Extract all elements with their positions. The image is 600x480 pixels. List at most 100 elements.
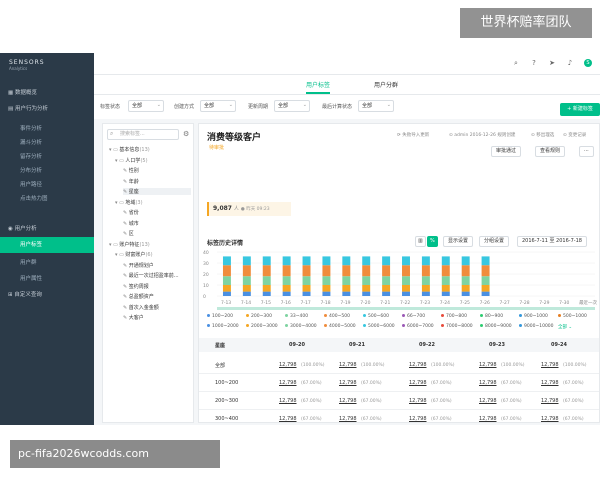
legend-item[interactable]: 500~600 — [363, 314, 389, 319]
tree-node[interactable]: ✎ 总盈额资产 — [123, 293, 191, 300]
help-icon[interactable]: ? — [530, 59, 538, 67]
sidebar-item-7[interactable]: 点击热力图 — [0, 191, 94, 207]
tree-node[interactable]: ✎ 首次入金金额 — [123, 304, 191, 311]
sidebar-item-10[interactable]: 用户群 — [0, 255, 94, 271]
tree-node[interactable]: ✎ 区 — [123, 230, 191, 237]
legend-item[interactable]: 5000~6000 — [363, 324, 395, 329]
table-cell-value[interactable]: 12,798 — [541, 362, 559, 368]
avatar[interactable]: S — [584, 59, 592, 67]
sidebar-item-9[interactable]: 用户标签 — [0, 237, 94, 253]
legend-item[interactable]: 200~300 — [246, 314, 272, 319]
table-cell-value[interactable]: 12,798 — [339, 362, 357, 368]
filter-create-select[interactable]: 全部 — [200, 100, 236, 112]
table-cell-value[interactable]: 12,798 — [339, 380, 357, 386]
table-cell-value[interactable]: 12,798 — [541, 398, 559, 404]
tree-node[interactable]: ✎ 省份 — [123, 209, 191, 216]
filter-calc-select[interactable]: 全部 — [358, 100, 394, 112]
more-button[interactable]: ··· — [579, 146, 594, 157]
table-cell-value[interactable]: 12,798 — [279, 362, 297, 368]
meta-refresh[interactable]: ⟳ 失败导入更新 — [397, 132, 429, 138]
table-cell-value[interactable]: 12,798 — [409, 398, 427, 404]
legend-item[interactable]: 33~400 — [285, 314, 308, 319]
filter-status-select[interactable]: 全部 — [128, 100, 164, 112]
table-cell-value[interactable]: 12,798 — [479, 416, 497, 422]
sidebar-item-8[interactable]: ◉ 用户分析 — [0, 221, 94, 237]
sidebar-item-0[interactable]: ▦ 数据概览 — [0, 85, 94, 101]
send-icon[interactable]: ➤ — [548, 59, 556, 67]
date-range-picker[interactable]: 2016-7-11 至 2016-7-18 — [517, 236, 587, 247]
meta-move[interactable]: ⊙ 移出理选 — [531, 132, 554, 138]
table-cell-value[interactable]: 12,798 — [339, 416, 357, 422]
tree-node[interactable]: ▾ ▭ 账户特征(13) — [109, 241, 191, 248]
tree-node-label: 省份 — [128, 210, 139, 216]
search-icon[interactable]: ⌕ — [512, 59, 520, 67]
table-cell-value[interactable]: 12,798 — [409, 416, 427, 422]
table-cell-value[interactable]: 12,798 — [279, 398, 297, 404]
bar-segment — [242, 285, 251, 292]
legend-item[interactable]: 700~800 — [441, 314, 467, 319]
tree-node[interactable]: ✎ 最近一次过招盈率前... — [123, 272, 191, 279]
legend-item[interactable]: 4000~5000 — [324, 324, 356, 329]
legend-item[interactable]: 3000~4000 — [285, 324, 317, 329]
legend-item[interactable]: 6000~7000 — [402, 324, 434, 329]
legend-item[interactable]: 2000~3000 — [246, 324, 278, 329]
bar-segment — [441, 256, 450, 266]
table-cell-value[interactable]: 12,798 — [339, 398, 357, 404]
new-tag-button[interactable]: + 新建标签 — [560, 103, 600, 116]
legend-dot — [207, 314, 210, 317]
tree-node[interactable]: ✎ 星座 — [123, 188, 191, 195]
legend-item[interactable]: 8000~9000 — [480, 324, 512, 329]
table-cell-pct: (67.00%) — [501, 380, 522, 386]
table-cell-value[interactable]: 12,798 — [479, 380, 497, 386]
gear-icon[interactable]: ⚙ — [183, 130, 189, 138]
table-cell-value[interactable]: 12,798 — [409, 362, 427, 368]
tab-user-tags[interactable]: 用户标签 — [306, 80, 331, 94]
display-settings-select[interactable]: 显示设置 — [443, 236, 474, 247]
tree-node[interactable]: ✎ 签约周报 — [123, 283, 191, 290]
table-cell-value[interactable]: 12,798 — [409, 380, 427, 386]
tree-node[interactable]: ▾ ▭ 基本信息(13) — [109, 146, 191, 153]
legend-item[interactable]: 1000~2000 — [207, 324, 239, 329]
approve-button[interactable]: 审批通过 — [491, 146, 522, 157]
legend-item[interactable]: 7000~8000 — [441, 324, 473, 329]
bar-segment — [342, 276, 351, 285]
sidebar-item-12[interactable]: ⊞ 自定义查询 — [0, 287, 94, 303]
tree-node[interactable]: ✎ 性别 — [123, 167, 191, 174]
sidebar-item-11[interactable]: 用户属性 — [0, 271, 94, 287]
table-cell-value[interactable]: 12,798 — [479, 362, 497, 368]
bar-segment — [262, 256, 271, 266]
tree-search-input[interactable]: 搜索标签... — [107, 129, 179, 140]
filter-cycle-select[interactable]: 全部 — [274, 100, 310, 112]
chart-scrollbar[interactable] — [217, 307, 595, 310]
bar-chart-toggle-icon[interactable]: ▥ — [415, 236, 426, 247]
legend-item[interactable]: 900~1000 — [519, 314, 548, 319]
tree-node[interactable]: ▾ ▭ 人口学(5) — [115, 157, 191, 164]
legend-item[interactable]: 80~900 — [480, 314, 503, 319]
tree-node[interactable]: ▾ ▭ 地域(3) — [115, 199, 191, 206]
legend-item[interactable]: 全部 ⌄ — [558, 324, 572, 330]
table-cell-value[interactable]: 12,798 — [479, 398, 497, 404]
group-settings-select[interactable]: 分组设置 — [479, 236, 510, 247]
legend-item[interactable]: 500~1000 — [558, 314, 587, 319]
table-cell-value[interactable]: 12,798 — [541, 380, 559, 386]
legend-item[interactable]: 400~500 — [324, 314, 350, 319]
tree-node[interactable]: ✎ 开通规划户 — [123, 262, 191, 269]
tree-node[interactable]: ▾ ▭ 财富账户(6) — [115, 251, 191, 258]
meta-history[interactable]: ⊙ 变更记录 — [563, 132, 586, 138]
table-cell-value[interactable]: 12,798 — [279, 416, 297, 422]
table-cell-value[interactable]: 12,798 — [279, 380, 297, 386]
bar-segment — [322, 256, 331, 266]
bar-segment — [382, 291, 391, 296]
sidebar-item-1[interactable]: ▤ 用户行为分析 — [0, 101, 94, 117]
legend-item[interactable]: 100~200 — [207, 314, 233, 319]
table-cell-value[interactable]: 12,798 — [541, 416, 559, 422]
bell-icon[interactable]: ♪ — [566, 59, 574, 67]
tree-node[interactable]: ✎ 大客户 — [123, 314, 191, 321]
percent-toggle-icon[interactable]: % — [427, 236, 438, 247]
view-rules-button[interactable]: 查看规则 — [535, 146, 566, 157]
tree-node[interactable]: ✎ 年龄 — [123, 178, 191, 185]
legend-item[interactable]: 66~700 — [402, 314, 425, 319]
legend-item[interactable]: 9000~10000 — [519, 324, 554, 329]
tab-user-segments[interactable]: 用户分群 — [374, 80, 398, 89]
tree-node[interactable]: ✎ 城市 — [123, 220, 191, 227]
